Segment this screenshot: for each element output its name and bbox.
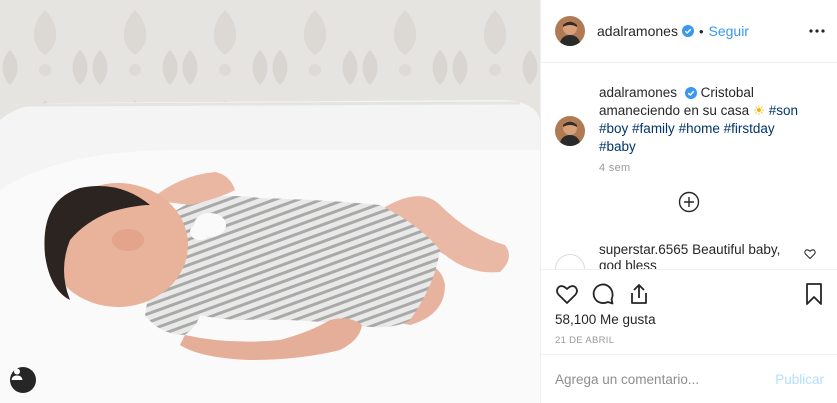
hashtag-home[interactable]: #home	[679, 121, 720, 136]
hashtag-family[interactable]: #family	[632, 121, 675, 136]
comment-body: Beautiful baby,	[692, 242, 781, 257]
user-circle-icon	[11, 368, 23, 380]
comment-input[interactable]	[555, 371, 776, 387]
verified-badge-icon	[684, 87, 697, 100]
post-actions: 58,100 Me gusta 21 DE ABRIL	[541, 269, 837, 354]
post-header: adalramones • Seguir	[541, 0, 837, 63]
post-caption: adalramones Cristobal amaneciendo en su …	[555, 84, 809, 156]
heart-icon[interactable]	[555, 282, 579, 306]
publish-button[interactable]: Publicar	[775, 372, 824, 387]
post-sidebar: adalramones • Seguir adalramones Cristob…	[540, 0, 837, 403]
bookmark-icon[interactable]	[802, 282, 826, 306]
share-icon[interactable]	[627, 282, 651, 306]
profile-picture	[555, 16, 585, 46]
separator-dot: •	[698, 23, 704, 39]
hashtag-boy[interactable]: #boy	[599, 121, 628, 136]
post-date[interactable]: 21 DE ABRIL	[555, 335, 614, 346]
plus-circle-icon[interactable]	[678, 191, 700, 213]
header-username[interactable]: adalramones	[597, 23, 678, 39]
comment-avatar[interactable]	[555, 254, 585, 269]
heart-icon[interactable]	[804, 248, 816, 260]
comment-icon[interactable]	[591, 282, 615, 306]
caption-text: adalramones Cristobal amaneciendo en su …	[599, 84, 809, 156]
comment-item: superstar.6565 Beautiful baby, god bless	[555, 242, 799, 269]
caption-username[interactable]: adalramones	[599, 85, 677, 100]
user-tag-button[interactable]	[10, 367, 36, 393]
post-photo[interactable]	[0, 0, 540, 403]
caption-time[interactable]: 4 sem	[599, 162, 630, 174]
caption-avatar[interactable]	[555, 116, 585, 146]
comment-username[interactable]: superstar.6565	[599, 242, 688, 257]
hashtag-son[interactable]: #son	[769, 103, 798, 118]
add-comment-bar: Publicar	[541, 354, 837, 403]
instagram-post: adalramones • Seguir adalramones Cristob…	[0, 0, 837, 403]
avatar[interactable]	[555, 16, 585, 46]
sun-emoji: ☀	[752, 103, 765, 118]
comment-text: superstar.6565 Beautiful baby, god bless	[599, 242, 799, 269]
comments-list[interactable]: adalramones Cristobal amaneciendo en su …	[541, 64, 837, 269]
comment-body-line2: god bless	[599, 258, 657, 269]
verified-badge-icon	[681, 25, 694, 37]
hashtag-baby[interactable]: #baby	[599, 139, 636, 154]
more-horizontal-icon[interactable]	[808, 22, 826, 40]
baby-photo-illustration	[0, 0, 540, 403]
follow-button[interactable]: Seguir	[709, 23, 749, 39]
hashtag-firstday[interactable]: #firstday	[724, 121, 775, 136]
likes-count[interactable]: 58,100 Me gusta	[555, 312, 656, 327]
profile-picture	[555, 116, 585, 146]
